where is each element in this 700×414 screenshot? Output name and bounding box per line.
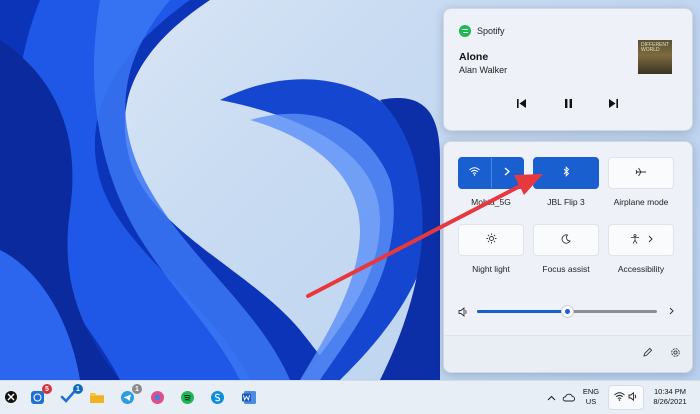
play-pause-button[interactable] [557,95,579,115]
start-button[interactable] [0,387,22,409]
cloud-icon [562,393,575,404]
night-light-tile[interactable] [458,224,524,256]
moon-icon [561,233,571,247]
quick-settings-flyout: Mohta_5G JBL Flip 3 Airplane mode Night … [443,141,693,373]
volume-slider[interactable] [477,306,657,317]
focus-assist-tile[interactable] [533,224,599,256]
settings-button[interactable] [668,347,682,361]
notification-badge: 1 [73,384,83,394]
skype-icon [210,390,225,407]
volume-slider-fill [477,310,567,313]
media-app-header: Spotify [459,25,505,37]
file-explorer-icon [89,391,105,406]
taskbar-skype[interactable] [206,387,228,409]
airplane-icon [635,167,647,180]
taskbar-file-explorer[interactable] [86,387,108,409]
bluetooth-icon [563,166,570,180]
show-hidden-icons-button[interactable] [544,387,558,409]
language-label: ENG [582,387,600,396]
taskbar-word[interactable] [238,387,260,409]
edit-quick-settings-button[interactable] [640,347,654,361]
clock-button[interactable]: 10:34 PM 8/26/2021 [645,387,695,407]
taskbar-whatsapp[interactable]: 5 [26,384,52,409]
accessibility-tile[interactable] [608,224,674,256]
speaker-icon [628,391,638,403]
browser-icon [150,390,165,407]
media-app-name: Spotify [477,26,505,36]
word-icon [241,390,257,407]
taskbar-browser[interactable] [146,387,168,409]
notification-badge: 1 [132,384,142,394]
audio-output-button[interactable] [666,306,676,318]
taskbar: 5 1 1 ENG US 10:34 PM 8/26/2021 [0,380,700,414]
wifi-toggle-button[interactable] [459,158,491,188]
album-art-text: DIFFERENT WORLD [641,42,669,53]
clock-time: 10:34 PM [653,387,687,396]
clock-date: 8/26/2021 [653,397,687,406]
speaker-icon[interactable] [457,306,469,318]
accessibility-tile-label: Accessibility [617,264,665,274]
settings-icon [670,347,681,361]
next-track-button[interactable] [602,95,624,115]
spotify-icon [459,25,471,37]
spotify-icon [180,390,195,407]
quick-settings-footer [444,336,692,372]
chevron-up-icon [547,393,556,403]
edit-icon [642,347,653,361]
chevron-right-icon [648,235,653,246]
previous-track-icon [516,98,527,112]
previous-track-button[interactable] [510,95,532,115]
input-language-indicator[interactable]: ENG US [578,387,604,407]
chevron-right-icon [669,307,674,318]
footer-divider [444,335,692,336]
start-icon [4,390,18,406]
onedrive-button[interactable] [560,387,576,409]
wifi-icon [614,392,625,403]
pause-icon [563,98,574,112]
taskbar-tasks[interactable]: 1 [57,384,83,409]
wifi-icon [469,167,481,179]
chevron-right-icon [504,167,511,179]
wifi-tile [458,157,524,189]
volume-slider-thumb[interactable] [561,306,573,317]
quick-settings-button[interactable] [608,385,644,410]
accessibility-icon [630,233,640,247]
airplane-mode-tile[interactable] [608,157,674,189]
region-label: US [585,397,597,406]
airplane-mode-tile-label: Airplane mode [613,197,669,207]
bluetooth-tile[interactable] [533,157,599,189]
album-art[interactable]: DIFFERENT WORLD [638,40,672,74]
brightness-icon [486,233,497,247]
wifi-expand-button[interactable] [491,158,523,188]
taskbar-telegram[interactable]: 1 [116,384,142,409]
media-flyout: Spotify Alone Alan Walker DIFFERENT WORL… [443,8,693,131]
next-track-icon [608,98,619,112]
taskbar-spotify[interactable] [176,387,198,409]
track-artist: Alan Walker [459,65,508,75]
track-title: Alone [459,51,489,63]
notification-badge: 5 [42,384,52,394]
